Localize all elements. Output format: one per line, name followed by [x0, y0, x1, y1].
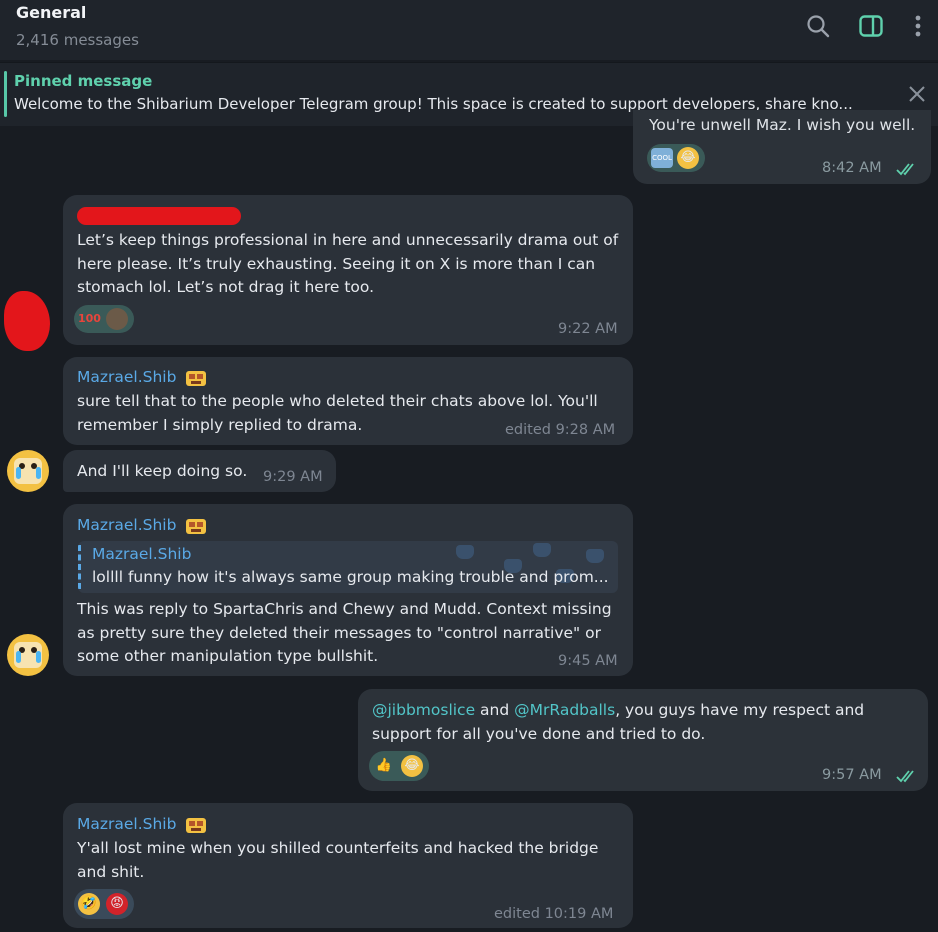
sender-name[interactable]: Mazrael.Shib — [77, 516, 176, 534]
message-bubble[interactable]: Mazrael.Shib sure tell that to the peopl… — [63, 357, 633, 445]
text-span: , you guys have my respect and — [615, 701, 865, 719]
message-text-line: Let’s keep things professional in here a… — [77, 231, 619, 249]
redacted-sender-name — [77, 207, 241, 225]
text-span: and — [475, 701, 515, 719]
avatar[interactable] — [7, 450, 49, 492]
message-time: 9:45 AM — [558, 653, 618, 669]
message-text-line: @jibbmoslice and @MrRadballs, you guys h… — [372, 699, 864, 723]
reactions[interactable]: 👍 😂 — [369, 751, 429, 781]
message-text-line: remember I simply replied to drama. — [77, 415, 363, 434]
more-vertical-icon[interactable] — [905, 13, 931, 39]
reply-text: lollll funny how it's always same group … — [92, 568, 609, 586]
rolling-laughing-emoji: 🤣 — [78, 893, 100, 915]
hundred-points-emoji: 100 — [78, 312, 101, 325]
reactions[interactable]: COOL 😂 — [647, 144, 705, 172]
message-bubble-outgoing[interactable]: @jibbmoslice and @MrRadballs, you guys h… — [358, 689, 928, 791]
reply-quote[interactable]: Mazrael.Shib lollll funny how it's alway… — [78, 541, 618, 593]
message-text-line: here please. It’s truly exhausting. Seei… — [77, 254, 596, 273]
angry-face-emoji: 😡 — [106, 893, 128, 915]
pinned-accent-bar — [4, 71, 7, 117]
message-text-line: support for all you've done and tried to… — [372, 724, 706, 743]
reply-sender-name: Mazrael.Shib — [92, 545, 192, 563]
message-time: edited 10:19 AM — [494, 906, 614, 922]
mention-link[interactable]: @jibbmoslice — [372, 701, 475, 719]
redacted-avatar — [4, 291, 50, 351]
message-text-line: some other manipulation type bullshit. — [77, 647, 379, 665]
search-icon[interactable] — [805, 13, 831, 39]
reply-accent-bar — [78, 545, 81, 589]
cat-pattern-icon — [586, 549, 604, 563]
message-text-line: sure tell that to the people who deleted… — [77, 392, 598, 410]
pinned-label: Pinned message — [14, 72, 153, 90]
message-time: edited 9:28 AM — [505, 422, 616, 438]
reactions[interactable]: 100 — [74, 305, 134, 333]
message-text-line: This was reply to SpartaChris and Chewy … — [77, 600, 612, 618]
message-time: 9:29 AM — [263, 469, 323, 485]
crying-face-emoji: 😂 — [401, 755, 423, 777]
sender-badge-icon — [186, 818, 206, 833]
message-bubble[interactable]: Let’s keep things professional in here a… — [63, 195, 633, 345]
message-time: 8:42 AM — [822, 160, 882, 176]
message-bubble[interactable]: Mazrael.Shib Y'all lost mine when you sh… — [63, 803, 633, 928]
sender-name[interactable]: Mazrael.Shib — [77, 815, 176, 833]
close-icon[interactable] — [907, 84, 927, 104]
avatar-reaction — [106, 308, 128, 330]
sender-name[interactable]: Mazrael.Shib — [77, 368, 176, 386]
message-time: 9:57 AM — [822, 767, 882, 783]
cat-pattern-icon — [533, 543, 551, 557]
sender-badge-icon — [186, 371, 206, 386]
message-time: 9:22 AM — [558, 321, 618, 337]
crying-face-emoji: 😂 — [677, 147, 699, 169]
avatar[interactable] — [7, 634, 49, 676]
message-bubble[interactable]: And I'll keep doing so. 9:29 AM — [63, 450, 336, 492]
message-text: And I'll keep doing so. — [77, 462, 248, 480]
thumbs-up-emoji: 👍 — [375, 758, 393, 773]
sidebar-toggle-icon[interactable] — [858, 13, 884, 39]
read-checkmarks-icon — [896, 770, 914, 783]
chat-title[interactable]: General — [16, 3, 86, 22]
message-text-line: Y'all lost mine when you shilled counter… — [77, 839, 599, 857]
chat-header: General 2,416 messages — [0, 0, 938, 60]
message-text-line: as pretty sure they deleted their messag… — [77, 623, 601, 642]
message-count: 2,416 messages — [16, 31, 139, 49]
reactions[interactable]: 🤣 😡 — [74, 889, 134, 919]
sender-badge-icon — [186, 519, 206, 534]
cat-pattern-icon — [456, 545, 474, 559]
mention-link[interactable]: @MrRadballs — [514, 701, 615, 719]
message-text-line: and shit. — [77, 862, 145, 881]
message-text: You're unwell Maz. I wish you well. — [649, 116, 916, 134]
read-checkmarks-icon — [896, 163, 914, 176]
cool-emoji: COOL — [651, 148, 673, 168]
message-text-line: stomach lol. Let’s not drag it here too. — [77, 278, 375, 296]
